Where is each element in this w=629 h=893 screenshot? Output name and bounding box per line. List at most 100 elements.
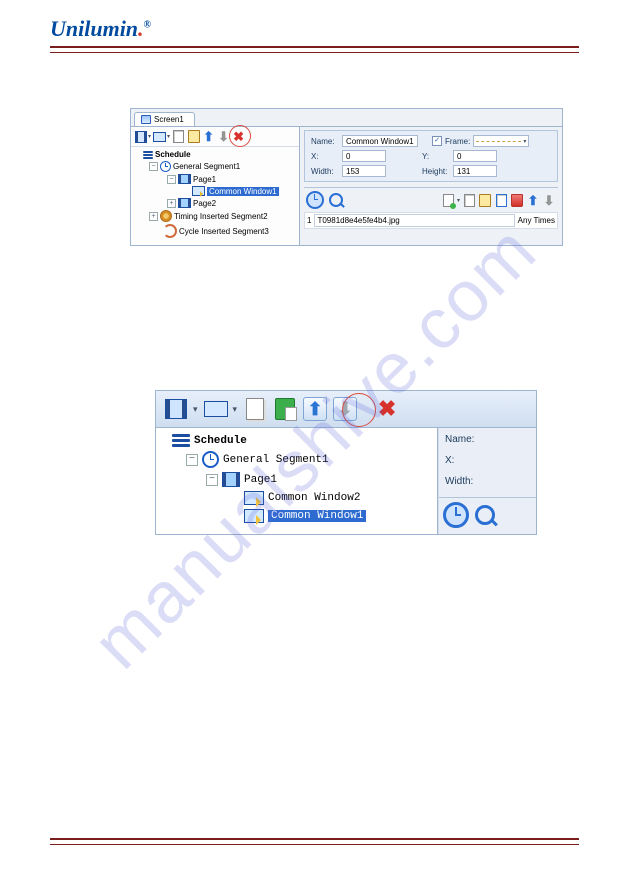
collapse-icon[interactable]: − [186,454,198,466]
page-header: Unilumin.® [0,0,629,46]
clock-button[interactable] [306,191,324,209]
move-up-button[interactable]: ⬆ [303,397,327,421]
dropdown-caret-icon[interactable]: ▾ [233,404,238,415]
tree-label: Schedule [194,435,247,447]
move-up-file-button[interactable]: ⬆ [526,193,540,207]
footer-rule [50,838,579,845]
delete-button[interactable]: ✖ [232,130,245,143]
logo: Unilumin.® [50,16,151,41]
move-up-button[interactable]: ⬆ [202,130,215,143]
tree-label: Common Window2 [268,492,360,504]
tree-node-timing-segment[interactable]: + Timing Inserted Segment2 [135,209,299,223]
y-label: Y: [422,152,450,161]
file-row[interactable]: 1 Any Times [304,212,558,229]
tree-toolbar: ▾ ▾ ⬆ ⬇ ✖ [131,127,299,147]
move-down-button[interactable]: ⬇ [217,130,230,143]
schedule-icon [172,434,190,447]
tree-node-schedule[interactable]: Schedule [162,432,437,449]
media-toolbar: ▾ ⬆ ⬇ [304,187,558,209]
copy-file-button[interactable] [462,193,476,207]
tree-panel: ▾ ▾ ⬆ ⬇ ✖ Schedule − [131,127,300,245]
paste-file-button[interactable] [478,193,492,207]
height-label: Height: [422,167,450,176]
tree-node-common-window1[interactable]: Common Window1 [135,185,299,197]
clock-icon [202,451,219,468]
tree-label: General Segment1 [223,454,329,466]
copy-button[interactable] [172,130,185,143]
window-icon [244,509,264,523]
clock-button[interactable] [443,502,469,528]
dropdown-caret-icon[interactable]: ▾ [193,404,198,415]
schedule-icon [143,151,153,159]
height-input[interactable] [453,165,497,177]
name-label: Name: [445,434,530,445]
new-segment-button[interactable] [164,398,188,420]
frame-label: Frame: [445,137,470,146]
clock-icon [160,161,171,172]
props-button[interactable] [494,193,508,207]
tree-node-common-window2[interactable]: Common Window2 [162,489,437,507]
tree-toolbar-large: ▾ ▾ ⬆ ⬇ ✖ [156,391,536,428]
collapse-icon[interactable]: − [149,162,158,171]
delete-button[interactable]: ✖ [375,398,399,420]
schedule-tree[interactable]: Schedule − General Segment1 − Page1 [131,147,299,245]
properties-panel: Name: X: Width: [438,428,536,534]
tree-node-general-segment[interactable]: − General Segment1 [162,449,437,470]
y-input[interactable] [453,150,497,162]
x-input[interactable] [342,150,386,162]
new-window-button[interactable] [153,130,166,143]
new-window-button[interactable] [204,398,228,420]
collapse-icon[interactable]: − [167,175,176,184]
tree-label: Cycle Inserted Segment3 [179,227,269,236]
tree-node-common-window1[interactable]: Common Window1 [162,507,437,525]
file-name-input[interactable] [314,214,514,227]
paste-button[interactable] [273,398,297,420]
page-icon [178,174,191,184]
copy-button[interactable] [243,398,267,420]
page-icon [222,472,240,487]
window-icon [244,491,264,505]
tree-node-page1[interactable]: − Page1 [162,470,437,489]
collapse-icon[interactable]: − [206,474,218,486]
name-input[interactable] [342,135,418,147]
tree-node-page2[interactable]: + Page2 [135,197,299,209]
expand-icon[interactable]: + [149,212,158,221]
tree-label: General Segment1 [173,162,240,171]
delete-file-button[interactable] [510,193,524,207]
screenshot-2: ▾ ▾ ⬆ ⬇ ✖ Schedule − General Segment1 [155,390,537,535]
gear-icon [160,210,172,222]
screenshot-1: Screen1 ▾ ▾ ⬆ ⬇ ✖ Schedule [130,108,563,246]
tree-label-selected: Common Window1 [207,187,279,196]
tree-panel: Schedule − General Segment1 − Page1 [156,428,438,534]
dropdown-caret-icon[interactable]: ▾ [148,133,151,140]
tree-label: Schedule [155,150,191,159]
x-label: X: [311,152,339,161]
tree-label: Timing Inserted Segment2 [174,212,268,221]
search-button[interactable] [475,505,495,525]
tree-label: Page1 [193,175,216,184]
tab-bar: Screen1 [131,109,562,127]
header-rule [50,46,579,53]
move-down-button[interactable]: ⬇ [333,397,357,421]
search-button[interactable] [329,193,343,207]
expand-icon[interactable]: + [167,199,176,208]
new-segment-button[interactable] [134,130,147,143]
add-file-button[interactable] [442,193,456,207]
paste-button[interactable] [187,130,200,143]
page-icon [178,198,191,208]
dropdown-caret-icon[interactable]: ▾ [167,133,170,140]
tree-node-schedule[interactable]: Schedule [135,149,299,160]
tab-screen1[interactable]: Screen1 [134,112,195,126]
file-index: 1 [307,216,311,225]
width-label: Width: [445,476,530,487]
width-input[interactable] [342,165,386,177]
file-times: Any Times [518,216,555,225]
tree-node-cycle-segment[interactable]: Cycle Inserted Segment3 [135,223,299,239]
frame-combo[interactable]: ▾ [473,135,529,147]
move-down-file-button[interactable]: ⬇ [542,193,556,207]
tree-node-general-segment[interactable]: − General Segment1 [135,160,299,173]
tree-node-page1[interactable]: − Page1 [135,173,299,185]
dropdown-caret-icon[interactable]: ▾ [457,197,460,204]
frame-checkbox[interactable]: ✓ [432,136,442,146]
name-label: Name: [311,137,339,146]
